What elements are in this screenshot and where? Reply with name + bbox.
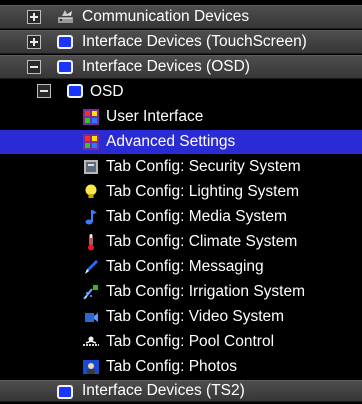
tree-item-label: Tab Config: Photos bbox=[106, 358, 237, 375]
photo-icon bbox=[82, 358, 100, 376]
collapse-minus-icon[interactable] bbox=[27, 60, 41, 74]
security-panel-icon bbox=[82, 158, 100, 176]
tree-item-osd[interactable]: OSD bbox=[0, 80, 362, 104]
tree-item-label: Interface Devices (TouchScreen) bbox=[82, 33, 307, 50]
tree-item-label: Tab Config: Lighting System bbox=[106, 183, 299, 200]
tree-item-irrigation-system[interactable]: Tab Config: Irrigation System bbox=[0, 280, 362, 304]
tree-item-label: Tab Config: Media System bbox=[106, 208, 287, 225]
device-tree: Communication Devices Interface Devices … bbox=[0, 0, 362, 404]
tree-item-media-system[interactable]: Tab Config: Media System bbox=[0, 205, 362, 229]
tree-item-pool-control[interactable]: Tab Config: Pool Control bbox=[0, 330, 362, 354]
monitor-icon bbox=[56, 58, 74, 76]
tree-item-label: Tab Config: Messaging bbox=[106, 258, 264, 275]
music-note-icon bbox=[82, 208, 100, 226]
color-grid-icon bbox=[82, 133, 100, 151]
tree-item-security-system[interactable]: Tab Config: Security System bbox=[0, 155, 362, 179]
monitor-icon bbox=[56, 33, 74, 51]
tree-item-lighting-system[interactable]: Tab Config: Lighting System bbox=[0, 180, 362, 204]
lightbulb-icon bbox=[82, 183, 100, 201]
tree-item-advanced-settings[interactable]: Advanced Settings bbox=[0, 130, 362, 154]
tree-item-interface-devices-osd[interactable]: Interface Devices (OSD) bbox=[0, 55, 362, 79]
monitor-icon bbox=[66, 82, 84, 100]
tree-item-messaging[interactable]: Tab Config: Messaging bbox=[0, 255, 362, 279]
video-camera-icon bbox=[82, 308, 100, 326]
monitor-icon bbox=[56, 383, 74, 401]
tree-item-label: Tab Config: Video System bbox=[106, 308, 285, 325]
pool-icon bbox=[82, 333, 100, 351]
pen-icon bbox=[82, 258, 100, 276]
tree-item-label: Interface Devices (OSD) bbox=[82, 58, 250, 75]
tree-item-label: Tab Config: Climate System bbox=[106, 233, 298, 250]
irrigation-icon bbox=[82, 283, 100, 301]
tree-item-label: Tab Config: Security System bbox=[106, 158, 301, 175]
tree-item-communication-devices[interactable]: Communication Devices bbox=[0, 5, 362, 29]
communication-devices-icon bbox=[56, 8, 74, 26]
tree-item-label: Interface Devices (TS2) bbox=[82, 382, 245, 399]
tree-item-video-system[interactable]: Tab Config: Video System bbox=[0, 305, 362, 329]
expand-plus-icon[interactable] bbox=[27, 10, 41, 24]
tree-item-interface-devices-touchscreen[interactable]: Interface Devices (TouchScreen) bbox=[0, 30, 362, 54]
tree-item-label: Advanced Settings bbox=[106, 133, 236, 150]
expand-plus-icon[interactable] bbox=[27, 35, 41, 49]
collapse-minus-icon[interactable] bbox=[37, 84, 51, 98]
tree-item-label: Tab Config: Pool Control bbox=[106, 333, 275, 350]
tree-item-label: OSD bbox=[90, 83, 124, 100]
color-grid-icon bbox=[82, 108, 100, 126]
tree-item-label: User Interface bbox=[106, 108, 204, 125]
tree-item-user-interface[interactable]: User Interface bbox=[0, 105, 362, 129]
tree-item-label: Tab Config: Irrigation System bbox=[106, 283, 306, 300]
thermometer-icon bbox=[82, 233, 100, 251]
tree-item-label: Communication Devices bbox=[82, 8, 250, 25]
tree-item-photos[interactable]: Tab Config: Photos bbox=[0, 355, 362, 379]
tree-item-interface-devices-ts2[interactable]: Interface Devices (TS2) bbox=[0, 380, 362, 402]
tree-item-climate-system[interactable]: Tab Config: Climate System bbox=[0, 230, 362, 254]
